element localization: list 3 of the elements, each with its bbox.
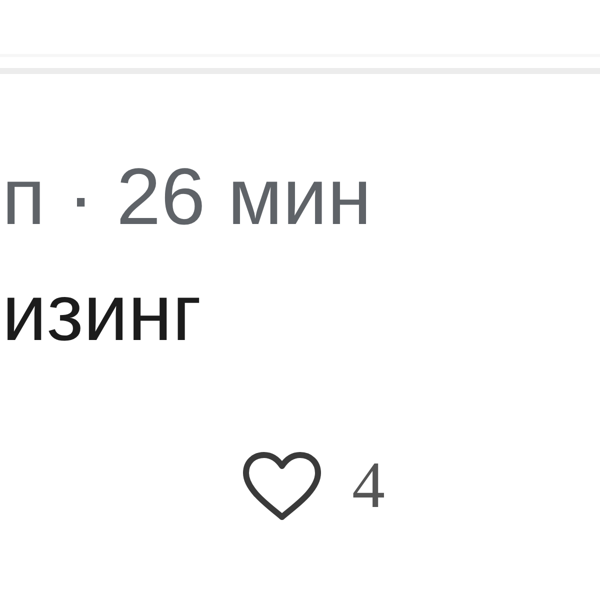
post-text: изинг: [1, 273, 202, 353]
like-button[interactable]: 4: [240, 449, 387, 523]
post-meta: п · 26 мин: [1, 157, 372, 237]
